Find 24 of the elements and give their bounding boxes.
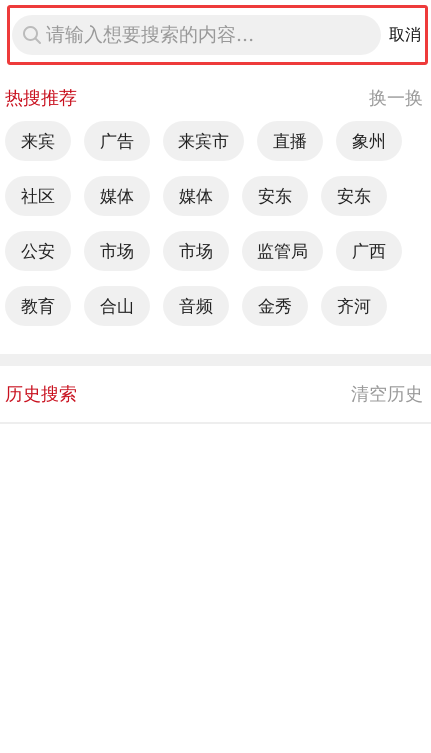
tag-chip[interactable]: 公安 [5,231,71,271]
tag-chip[interactable]: 来宾市 [163,121,244,161]
tag-chip[interactable]: 齐河 [321,286,387,326]
tag-chip[interactable]: 媒体 [84,176,150,216]
tag-chip[interactable]: 来宾 [5,121,71,161]
tag-chip[interactable]: 安东 [242,176,308,216]
tag-chip[interactable]: 音频 [163,286,229,326]
tag-chip[interactable]: 市场 [84,231,150,271]
tag-chip[interactable]: 市场 [163,231,229,271]
tag-chip[interactable]: 监管局 [242,231,323,271]
tag-chip[interactable]: 广西 [336,231,402,271]
section-title: 历史搜索 [5,383,77,406]
tag-chip[interactable]: 安东 [321,176,387,216]
tag-chip[interactable]: 直播 [257,121,323,161]
search-field[interactable]: 请输入想要搜索的内容... [12,15,381,55]
section-title: 热搜推荐 [5,87,77,110]
tag-chip[interactable]: 媒体 [163,176,229,216]
tag-chip[interactable]: 社区 [5,176,71,216]
tag-chip[interactable]: 象州 [336,121,402,161]
cancel-button[interactable]: 取消 [381,24,421,46]
tag-chip[interactable]: 广告 [84,121,150,161]
tag-chip[interactable]: 金秀 [242,286,308,326]
tag-chip[interactable]: 教育 [5,286,71,326]
tag-chip[interactable]: 合山 [84,286,150,326]
